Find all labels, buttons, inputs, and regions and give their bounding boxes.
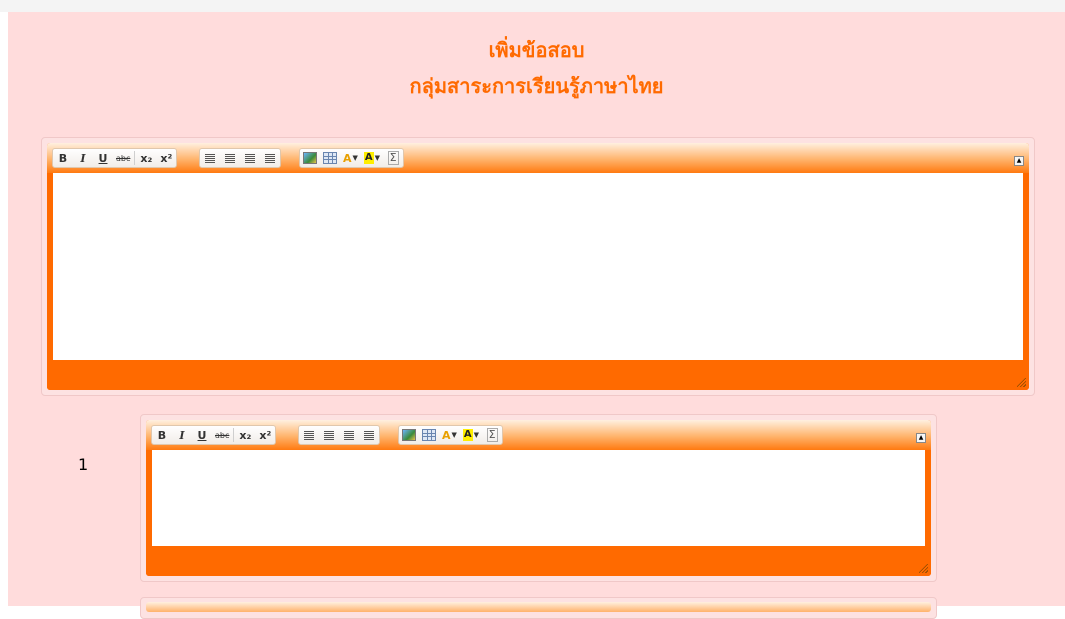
sigma-icon: Σ [387,151,399,165]
chevron-down-icon: ▼ [473,431,480,439]
highlight-color-icon: A [363,152,374,164]
font-color-button[interactable]: A ▼ [340,149,361,167]
underline-button[interactable]: U [93,149,113,167]
align-right-icon [245,153,255,163]
sigma-icon: Σ [486,428,498,442]
strikethrough-button[interactable]: abc [113,149,133,167]
italic-button[interactable]: I [73,149,93,167]
align-right-button[interactable] [240,149,260,167]
font-color-icon: A [343,151,352,165]
top-bar [0,0,1065,12]
choice-1-editor: B I U abc x₂ x² A ▼ A ▼ Σ ▲ [146,420,931,576]
align-justify-icon [364,430,374,440]
question-editor-content[interactable] [53,173,1023,360]
align-center-button[interactable] [319,426,339,444]
align-group [298,425,380,445]
question-editor: B I U abc x₂ x² A ▼ A ▼ Σ ▲ [47,143,1029,390]
font-color-button[interactable]: A ▼ [439,426,460,444]
align-left-button[interactable] [299,426,319,444]
format-group: B I U abc x₂ x² [52,148,178,168]
align-center-button[interactable] [220,149,240,167]
back-color-button[interactable]: A ▼ [361,149,383,167]
collapse-toolbar-button[interactable]: ▲ [1014,156,1024,166]
chevron-down-icon: ▼ [352,154,358,162]
choice-2-editor-frame [140,597,937,619]
align-justify-button[interactable] [359,426,379,444]
bold-button[interactable]: B [152,426,172,444]
math-button[interactable]: Σ [482,426,502,444]
align-left-icon [304,430,314,440]
resize-grip-icon[interactable] [919,564,928,573]
choice-1-editor-frame: B I U abc x₂ x² A ▼ A ▼ Σ ▲ [140,414,937,582]
choice-2-editor-toolbar [146,602,931,612]
align-justify-button[interactable] [260,149,280,167]
chevron-down-icon: ▼ [451,431,457,439]
back-color-button[interactable]: A ▼ [460,426,482,444]
choice-1-editor-toolbar: B I U abc x₂ x² A ▼ A ▼ Σ ▲ [146,420,931,450]
align-right-icon [344,430,354,440]
italic-button[interactable]: I [172,426,192,444]
math-button[interactable]: Σ [383,149,403,167]
resize-grip-icon[interactable] [1017,378,1026,387]
image-icon [402,429,416,441]
strikethrough-button[interactable]: abc [212,426,232,444]
subscript-button[interactable]: x₂ [136,149,156,167]
subscript-button[interactable]: x₂ [235,426,255,444]
format-group: B I U abc x₂ x² [151,425,277,445]
choice-1-editor-statusbar [146,552,931,576]
choice-number: 1 [78,455,89,474]
question-editor-frame: B I U abc x₂ x² A ▼ A ▼ Σ ▲ [41,137,1035,396]
align-center-icon [324,430,334,440]
insert-image-button[interactable] [300,149,320,167]
table-icon [422,429,436,441]
align-left-icon [205,153,215,163]
chevron-down-icon: ▼ [374,154,381,162]
align-justify-icon [265,153,275,163]
insert-table-button[interactable] [320,149,340,167]
insert-image-button[interactable] [399,426,419,444]
align-right-button[interactable] [339,426,359,444]
collapse-toolbar-button[interactable]: ▲ [916,433,926,443]
image-icon [303,152,317,164]
align-center-icon [225,153,235,163]
question-editor-statusbar [47,366,1029,390]
question-editor-toolbar: B I U abc x₂ x² A ▼ A ▼ Σ ▲ [47,143,1029,173]
page-subtitle: กลุ่มสาระการเรียนรู้ภาษาไทย [409,74,664,98]
insert-group: A ▼ A ▼ Σ [299,148,405,168]
underline-button[interactable]: U [192,426,212,444]
separator [134,151,136,165]
superscript-button[interactable]: x² [156,149,176,167]
table-icon [323,152,337,164]
page-title: เพิ่มข้อสอบ [488,38,585,62]
insert-table-button[interactable] [419,426,439,444]
bold-button[interactable]: B [53,149,73,167]
align-left-button[interactable] [200,149,220,167]
choice-1-editor-content[interactable] [152,450,925,546]
superscript-button[interactable]: x² [255,426,275,444]
separator [233,428,235,442]
align-group [199,148,281,168]
font-color-icon: A [442,428,451,442]
insert-group: A ▼ A ▼ Σ [398,425,504,445]
highlight-color-icon: A [462,429,473,441]
